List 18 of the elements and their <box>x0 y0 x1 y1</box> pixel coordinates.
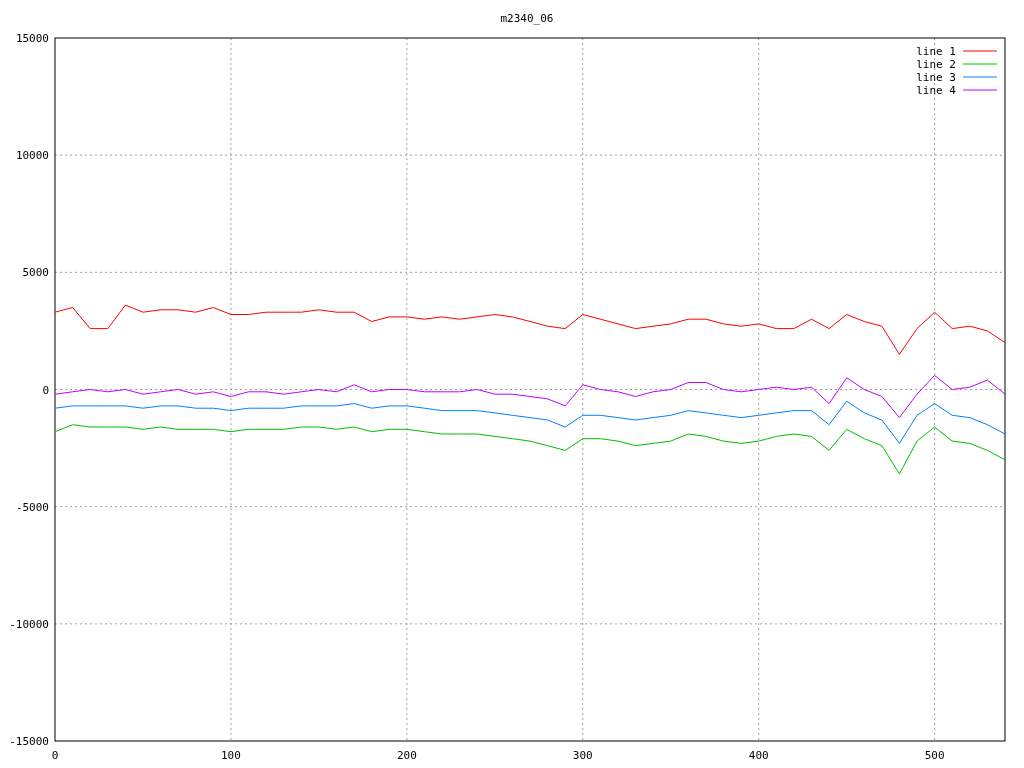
x-tick-label: 400 <box>748 749 769 762</box>
legend-label: line 4 <box>916 84 956 97</box>
y-tick-label: 0 <box>42 383 49 397</box>
y-tick-label: -5000 <box>15 500 49 514</box>
legend-label: line 2 <box>916 58 956 71</box>
y-tick-label: 15000 <box>15 32 49 45</box>
y-tick-label: 10000 <box>15 149 49 163</box>
legend-label: line 1 <box>916 45 956 58</box>
y-tick-label: -10000 <box>9 617 49 631</box>
x-tick-label: 300 <box>572 749 593 762</box>
x-tick-label: 200 <box>396 749 417 762</box>
chart-title: m2340_06 <box>500 12 554 25</box>
x-tick-label: 500 <box>924 749 945 762</box>
legend-label: line 3 <box>916 71 956 84</box>
y-tick-label: 5000 <box>22 266 49 280</box>
y-tick-label: -15000 <box>9 735 49 748</box>
x-tick-label: 0 <box>51 749 59 762</box>
x-tick-label: 100 <box>221 749 241 762</box>
